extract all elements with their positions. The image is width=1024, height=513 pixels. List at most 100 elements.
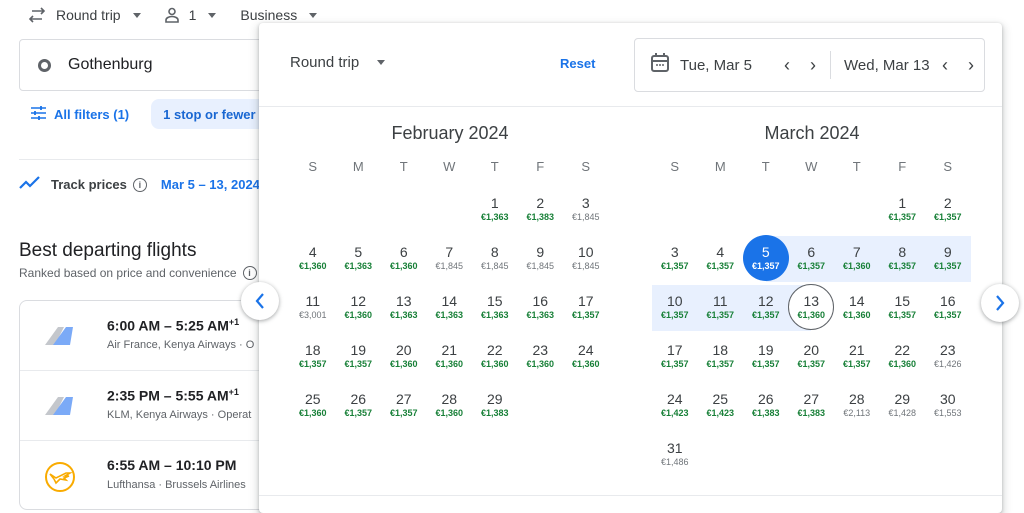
calendar-day[interactable]: 25 €1,423 xyxy=(698,382,744,431)
calendar-day[interactable]: 2 €1,357 xyxy=(925,186,971,235)
calendar-day[interactable]: 5 €1,363 xyxy=(336,235,382,284)
calendar-day-in-range[interactable]: 10 €1,357 xyxy=(652,284,698,333)
day-number: 9 xyxy=(943,243,952,260)
trip-type-select[interactable]: Round trip xyxy=(28,7,141,23)
calendar-day-in-range[interactable]: 11 €1,357 xyxy=(697,284,744,333)
calendar-day[interactable]: 17 €1,357 xyxy=(563,284,609,333)
calendar-day[interactable]: 18 €1,357 xyxy=(290,333,336,382)
calendar-day[interactable]: 15 €1,357 xyxy=(880,284,926,333)
calendar-day[interactable]: 2 €1,383 xyxy=(518,186,564,235)
departure-date-input[interactable]: Tue, Mar 5 xyxy=(680,57,776,74)
calendar-day[interactable]: 29 €1,428 xyxy=(880,382,926,431)
weekday-label: W xyxy=(443,159,456,174)
departure-next-day-icon[interactable]: › xyxy=(802,54,824,76)
day-price: €1,360 xyxy=(842,260,871,271)
calendar-day[interactable]: 22 €1,360 xyxy=(472,333,518,382)
calendar-day[interactable]: 18 €1,357 xyxy=(698,333,744,382)
calendar-day[interactable]: 16 €1,363 xyxy=(518,284,564,333)
calendar-day-in-range[interactable]: 6 €1,357 xyxy=(788,235,835,284)
calendar-day[interactable]: 20 €1,360 xyxy=(381,333,427,382)
calendar-day[interactable]: 17 €1,357 xyxy=(652,333,698,382)
day-price: €1,357 xyxy=(888,260,917,271)
calendar-day[interactable]: 20 €1,357 xyxy=(789,333,835,382)
calendar-day[interactable]: 6 €1,360 xyxy=(381,235,427,284)
previous-month-button[interactable] xyxy=(241,282,279,320)
calendar-day[interactable]: 16 €1,357 xyxy=(925,284,971,333)
day-number: 20 xyxy=(395,341,412,358)
calendar-day-in-range[interactable]: 8 €1,357 xyxy=(879,235,926,284)
calendar-day-in-range[interactable]: 9 €1,357 xyxy=(925,235,971,284)
calendar-day[interactable]: 22 €1,360 xyxy=(880,333,926,382)
calendar-day[interactable]: 3 €1,357 xyxy=(652,235,698,284)
calendar-day[interactable]: 9 €1,845 xyxy=(518,235,564,284)
day-price: €1,383 xyxy=(797,407,826,418)
divider xyxy=(259,495,1002,496)
calendar-day[interactable]: 28 €2,113 xyxy=(834,382,880,431)
next-month-button[interactable] xyxy=(981,284,1019,322)
calendar-day[interactable]: 24 €1,423 xyxy=(652,382,698,431)
calendar-day[interactable]: 3 €1,845 xyxy=(563,186,609,235)
calendar-day[interactable]: 27 €1,357 xyxy=(381,382,427,431)
reset-button[interactable]: Reset xyxy=(560,56,595,71)
calendar-day[interactable]: 29 €1,383 xyxy=(472,382,518,431)
calendar-day[interactable]: 14 €1,363 xyxy=(427,284,473,333)
calendar-day[interactable]: 21 €1,357 xyxy=(834,333,880,382)
calendar-day[interactable]: 10 €1,845 xyxy=(563,235,609,284)
calendar-day-in-range[interactable]: 7 €1,360 xyxy=(834,235,880,284)
return-prev-day-icon[interactable]: ‹ xyxy=(934,54,956,76)
day-content: 16 €1,363 xyxy=(517,284,563,330)
calendar-day[interactable]: 27 €1,383 xyxy=(789,382,835,431)
calendar-day[interactable]: 24 €1,360 xyxy=(563,333,609,382)
calendar-day[interactable]: 1 €1,357 xyxy=(880,186,926,235)
return-next-day-icon[interactable]: › xyxy=(960,54,982,76)
flight-row[interactable]: 6:55 AM – 10:10 PM Lufthansa · Brussels … xyxy=(20,441,278,509)
day-number: 13 xyxy=(395,292,412,309)
day-price: €1,383 xyxy=(480,407,509,418)
cabin-class-select[interactable]: Business xyxy=(240,7,318,23)
all-filters-button[interactable]: All filters (1) xyxy=(19,99,141,129)
flight-row[interactable]: 2:35 PM – 5:55 AM+1 KLM, Kenya Airways ·… xyxy=(20,371,278,441)
calendar-day[interactable]: 14 €1,360 xyxy=(834,284,880,333)
passengers-select[interactable]: 1 xyxy=(164,7,217,23)
stops-filter-chip[interactable]: 1 stop or fewer xyxy=(151,99,268,129)
filters-row: All filters (1) 1 stop or fewer xyxy=(19,99,268,129)
calendar-day[interactable]: 19 €1,357 xyxy=(743,333,789,382)
calendar-day[interactable]: 25 €1,360 xyxy=(290,382,336,431)
calendar-day[interactable]: 23 €1,426 xyxy=(925,333,971,382)
calendar-day[interactable]: 30 €1,553 xyxy=(925,382,971,431)
info-icon[interactable]: i xyxy=(242,266,257,280)
day-content: 13 €1,360 xyxy=(788,283,835,330)
track-dates: Mar 5 – 13, 2024 xyxy=(160,177,260,192)
calendar-day-selected-return[interactable]: 13 €1,360 xyxy=(788,283,835,333)
day-price: €1,363 xyxy=(526,309,555,320)
info-icon[interactable]: i xyxy=(132,177,147,192)
chevron-down-icon xyxy=(208,12,217,18)
calendar-day-in-range[interactable]: 12 €1,357 xyxy=(743,284,789,333)
day-number: 28 xyxy=(848,390,865,407)
calendar-day[interactable]: 12 €1,360 xyxy=(336,284,382,333)
calendar-day-selected-departure[interactable]: 5 €1,357 xyxy=(742,234,789,284)
calendar-day[interactable]: 28 €1,360 xyxy=(427,382,473,431)
calendar-day[interactable]: 8 €1,845 xyxy=(472,235,518,284)
calendar-day[interactable]: 11 €3,001 xyxy=(290,284,336,333)
calendar-day[interactable]: 1 €1,363 xyxy=(472,186,518,235)
departure-prev-day-icon[interactable]: ‹ xyxy=(776,54,798,76)
calendar-day[interactable]: 7 €1,845 xyxy=(427,235,473,284)
calendar-day[interactable]: 31 €1,486 xyxy=(652,431,698,480)
calendar-day[interactable]: 19 €1,357 xyxy=(336,333,382,382)
day-content: 11 €1,357 xyxy=(697,284,743,330)
picker-trip-type-select[interactable]: Round trip xyxy=(290,54,386,71)
calendar-day[interactable]: 21 €1,360 xyxy=(427,333,473,382)
calendar-day[interactable]: 4 €1,360 xyxy=(290,235,336,284)
calendar-day[interactable]: 13 €1,363 xyxy=(381,284,427,333)
return-date-input[interactable]: Wed, Mar 13 xyxy=(844,57,934,74)
day-content: 23 €1,426 xyxy=(925,333,971,379)
origin-input[interactable]: Gothenburg xyxy=(19,39,279,91)
calendar-day[interactable]: 4 €1,357 xyxy=(698,235,744,284)
calendar-day[interactable]: 23 €1,360 xyxy=(518,333,564,382)
calendar-day[interactable]: 26 €1,357 xyxy=(336,382,382,431)
flight-row[interactable]: 6:00 AM – 5:25 AM+1 Air France, Kenya Ai… xyxy=(20,301,278,371)
flight-airline: Air France, Kenya Airways · O xyxy=(107,339,255,351)
calendar-day[interactable]: 15 €1,363 xyxy=(472,284,518,333)
calendar-day[interactable]: 26 €1,383 xyxy=(743,382,789,431)
